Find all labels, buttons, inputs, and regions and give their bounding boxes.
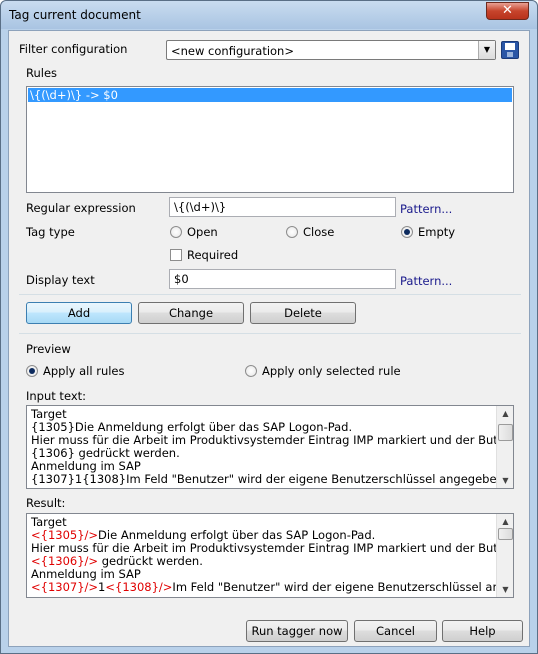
- regular-expression-input[interactable]: \{(\d+)\}: [169, 197, 396, 217]
- run-tagger-button[interactable]: Run tagger now: [246, 620, 348, 642]
- rules-list-item-selected[interactable]: \{(\d+)\} -> $0: [28, 88, 512, 102]
- tag-placeholder: <{1306}/>: [31, 554, 99, 568]
- scroll-down-icon[interactable]: ▼: [498, 582, 513, 597]
- display-text-pattern-link[interactable]: Pattern...: [400, 274, 452, 288]
- scroll-thumb[interactable]: [498, 528, 513, 540]
- result-text: Anmeldung im SAP: [31, 567, 141, 581]
- chevron-down-icon[interactable]: ▼: [478, 41, 495, 59]
- scroll-thumb[interactable]: [498, 424, 513, 441]
- display-text-input[interactable]: $0: [169, 269, 396, 289]
- result-text: Die Anmeldung erfolgt über das SAP Logon…: [98, 528, 376, 542]
- scroll-up-icon[interactable]: ▲: [498, 406, 513, 421]
- preview-label: Preview: [26, 342, 71, 356]
- input-text-area[interactable]: Target {1305}Die Anmeldung erfolgt über d…: [26, 405, 514, 489]
- cancel-button[interactable]: Cancel: [354, 620, 437, 642]
- result-text-lines: Target <{1305}/>Die Anmeldung erfolgt übe…: [31, 515, 513, 594]
- change-button[interactable]: Change: [138, 302, 244, 324]
- result-line: <{1307}/>1<{1308}/>Im Feld "Benutzer" wi…: [31, 580, 513, 594]
- tag-type-open-label[interactable]: Open: [187, 225, 218, 239]
- close-button[interactable]: ✕: [486, 2, 529, 20]
- apply-selected-rule-radio[interactable]: [245, 365, 257, 377]
- tag-placeholder: <{1308}/>: [105, 580, 173, 594]
- window-title: Tag current document: [9, 8, 141, 22]
- result-scrollbar[interactable]: ▲ ▼: [496, 514, 513, 597]
- tag-type-close-label[interactable]: Close: [303, 225, 334, 239]
- scroll-up-icon[interactable]: ▲: [498, 514, 513, 529]
- help-button[interactable]: Help: [442, 620, 523, 642]
- result-label: Result:: [26, 496, 66, 510]
- tag-type-label: Tag type: [26, 225, 75, 239]
- display-text-label: Display text: [26, 273, 95, 287]
- input-text-lines: Target {1305}Die Anmeldung erfolgt über d…: [31, 408, 513, 486]
- tag-type-empty-label[interactable]: Empty: [418, 225, 455, 239]
- title-bar[interactable]: Tag current document ✕: [1, 1, 537, 29]
- input-scrollbar[interactable]: ▲ ▼: [496, 406, 513, 488]
- result-text: Hier muss für die Arbeit im Produktivsys…: [31, 541, 513, 555]
- scroll-down-icon[interactable]: ▼: [498, 473, 513, 488]
- filter-configuration-value: <new configuration>: [171, 44, 294, 58]
- dialog-body: Filter configuration <new configuration>…: [8, 30, 530, 647]
- floppy-disk-icon: [505, 43, 515, 50]
- apply-selected-rule-label[interactable]: Apply only selected rule: [262, 364, 401, 378]
- dialog-window: Tag current document ✕ Filter configurat…: [0, 0, 538, 654]
- apply-all-rules-radio[interactable]: [26, 365, 38, 377]
- regular-expression-label: Regular expression: [26, 201, 136, 215]
- tag-placeholder: <{1307}/>: [31, 580, 99, 594]
- divider: [19, 333, 521, 334]
- tag-type-close-radio[interactable]: [286, 226, 298, 238]
- delete-button[interactable]: Delete: [250, 302, 356, 324]
- apply-all-rules-label[interactable]: Apply all rules: [43, 364, 125, 378]
- rules-label: Rules: [26, 66, 58, 80]
- divider: [19, 294, 521, 295]
- tag-type-open-radio[interactable]: [170, 226, 182, 238]
- tag-placeholder: <{1305}/>: [31, 528, 99, 542]
- add-button[interactable]: Add: [26, 302, 132, 324]
- result-text: Im Feld "Benutzer" wird der eigene Benut…: [172, 580, 513, 594]
- result-text: gedrückt werden.: [98, 554, 203, 568]
- filter-configuration-label: Filter configuration: [19, 42, 128, 56]
- filter-configuration-select[interactable]: <new configuration> ▼: [166, 40, 496, 60]
- tag-type-empty-radio[interactable]: [401, 226, 413, 238]
- input-text-line: {1307}1{1308}Im Feld "Benutzer" wird der…: [31, 472, 508, 486]
- save-configuration-button[interactable]: [501, 41, 519, 59]
- required-checkbox[interactable]: [170, 249, 182, 261]
- input-text-label: Input text:: [26, 389, 87, 403]
- required-label[interactable]: Required: [187, 248, 238, 262]
- rules-list[interactable]: \{(\d+)\} -> $0: [26, 86, 514, 193]
- result-text-area[interactable]: Target <{1305}/>Die Anmeldung erfolgt übe…: [26, 513, 514, 598]
- result-text: Target: [31, 515, 67, 529]
- regex-pattern-link[interactable]: Pattern...: [400, 202, 452, 216]
